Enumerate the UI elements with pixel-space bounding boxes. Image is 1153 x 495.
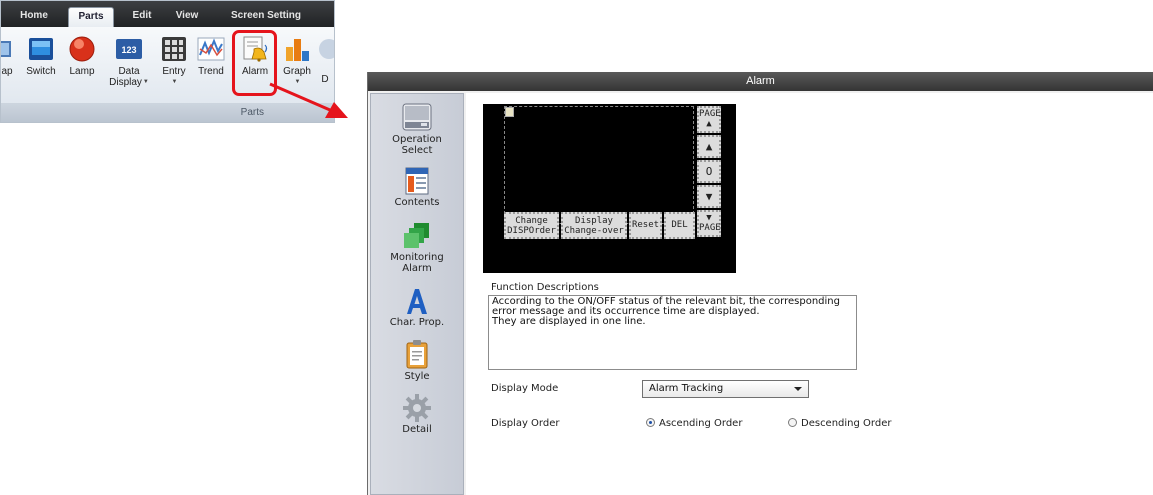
ok-button[interactable]: O <box>697 160 721 183</box>
lamp-icon <box>69 36 95 62</box>
chevron-down-icon: ▼ <box>142 79 149 85</box>
group-label-parts: Parts <box>240 107 264 118</box>
dialog-content: PAGE ▲ ▲ O ▼ ▼ PAGE Change DISPOrder Dis… <box>466 93 1153 495</box>
contents-icon <box>405 167 429 195</box>
lamp-button[interactable]: Lamp <box>64 31 100 77</box>
descending-order-radio[interactable]: Descending Order <box>788 418 891 430</box>
display-mode-select[interactable]: Alarm Tracking <box>642 380 809 398</box>
dialog-title-bar: Alarm <box>368 72 1153 91</box>
display-mode-label: Display Mode <box>491 383 559 394</box>
reset-button[interactable]: Reset <box>629 212 662 239</box>
change-disp-order-button[interactable]: Change DISPOrder <box>504 212 559 239</box>
more-button[interactable]: D <box>315 31 334 85</box>
tab-view[interactable]: View <box>167 7 207 27</box>
trend-button[interactable]: Trend <box>195 31 227 77</box>
radio-unselected-icon <box>788 418 797 427</box>
entry-button[interactable]: Entry ▼ <box>158 31 190 88</box>
alarm-list-area <box>504 106 694 224</box>
chevron-down-icon <box>794 387 802 391</box>
triangle-down-icon: ▼ <box>706 213 712 223</box>
sidebar-item-style[interactable]: Style <box>371 339 463 382</box>
display-order-label: Display Order <box>491 418 560 429</box>
settings-sidebar: Operation Select Contents Monitoring Ala… <box>370 93 464 495</box>
alarm-marker-icon <box>505 107 514 117</box>
tab-parts[interactable]: Parts <box>68 7 114 27</box>
sidebar-item-operation-select[interactable]: Operation Select <box>371 102 463 156</box>
tab-screen-setting[interactable]: Screen Setting <box>223 7 309 27</box>
triangle-up-icon: ▲ <box>706 119 712 129</box>
sidebar-item-char-prop[interactable]: Char. Prop. <box>371 287 463 328</box>
sidebar-item-contents[interactable]: Contents <box>371 167 463 208</box>
graph-button[interactable]: Graph ▼ <box>279 31 315 88</box>
scroll-down-button[interactable]: ▼ <box>697 185 721 208</box>
dialog-title: Alarm <box>746 75 775 87</box>
alarm-preview: PAGE ▲ ▲ O ▼ ▼ PAGE Change DISPOrder Dis… <box>483 104 736 273</box>
callout-arrow-icon <box>269 82 348 118</box>
gear-icon <box>403 394 431 422</box>
triangle-down-icon: ▼ <box>705 190 713 203</box>
more-icon <box>319 39 334 59</box>
style-icon <box>406 340 428 369</box>
tab-home[interactable]: Home <box>11 7 57 27</box>
alarm-dialog: Alarm Operation Select Contents Monitori… <box>367 72 1153 495</box>
display-change-over-button[interactable]: Display Change-over <box>561 212 627 239</box>
monitoring-alarm-icon <box>404 223 429 248</box>
page-up-button[interactable]: PAGE ▲ <box>697 106 721 133</box>
function-descriptions-text: According to the ON/OFF status of the re… <box>488 295 857 370</box>
function-descriptions-label: Function Descriptions <box>491 282 599 293</box>
switch-button[interactable]: Switch <box>22 31 60 77</box>
tab-edit[interactable]: Edit <box>119 7 165 27</box>
ascending-order-radio[interactable]: Ascending Order <box>646 418 742 430</box>
data-display-button[interactable]: 123 Data Display▼ <box>105 31 153 88</box>
radio-selected-icon <box>646 418 655 427</box>
graph-icon <box>286 39 309 61</box>
entry-icon <box>162 37 186 61</box>
page-down-button[interactable]: ▼ PAGE <box>697 210 721 237</box>
svg-text:123: 123 <box>121 45 136 55</box>
chevron-down-icon: ▼ <box>171 79 178 85</box>
trend-icon <box>197 37 225 61</box>
sidebar-item-detail[interactable]: Detail <box>371 394 463 435</box>
char-prop-icon <box>407 289 427 314</box>
operation-select-icon <box>402 103 432 131</box>
map-button[interactable]: ap <box>1 31 19 77</box>
delete-button[interactable]: DEL <box>664 212 695 239</box>
triangle-up-icon: ▲ <box>705 140 713 153</box>
switch-icon <box>29 38 53 60</box>
ribbon-tab-bar: Home Parts Edit View Screen Setting <box>1 1 334 27</box>
scroll-up-button[interactable]: ▲ <box>697 135 721 158</box>
map-icon <box>1 41 11 57</box>
data-display-icon: 123 <box>116 39 142 59</box>
sidebar-item-monitoring-alarm[interactable]: Monitoring Alarm <box>371 222 463 274</box>
